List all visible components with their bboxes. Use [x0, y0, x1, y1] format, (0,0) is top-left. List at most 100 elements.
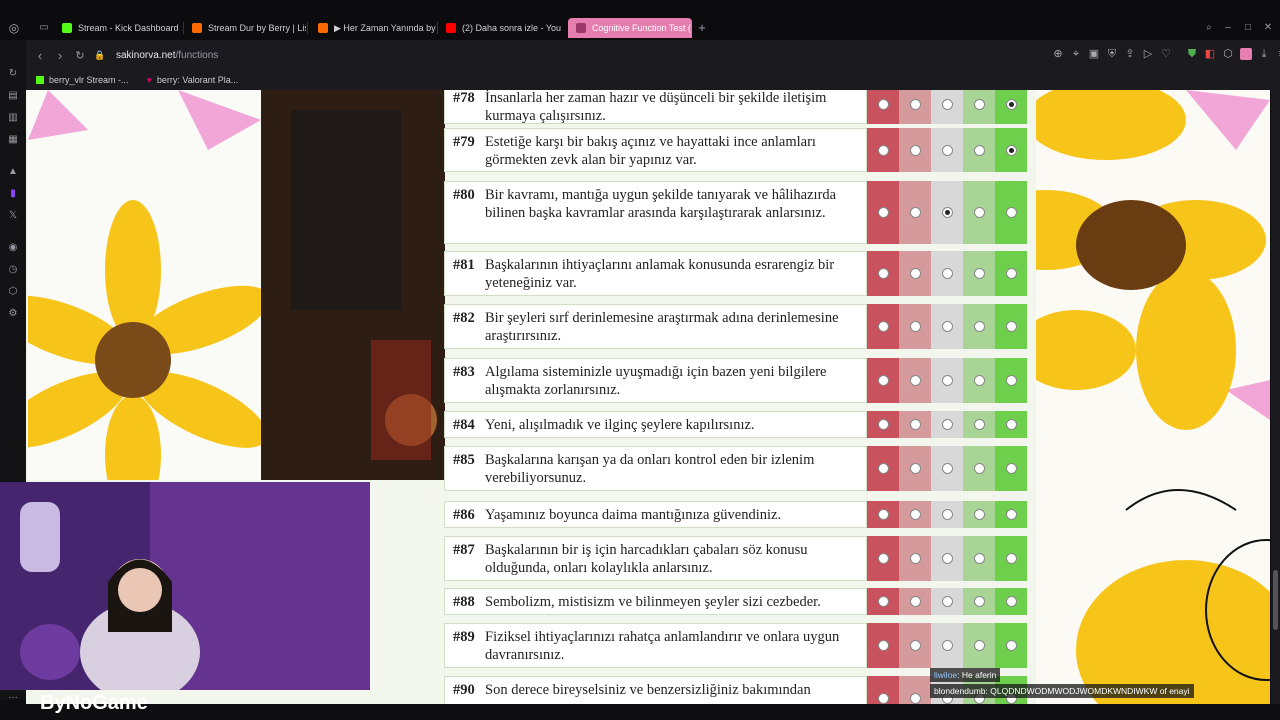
- scrollbar-thumb[interactable]: [1273, 570, 1278, 630]
- extensions-icon[interactable]: ⬡: [1222, 48, 1234, 60]
- answer-radio[interactable]: [909, 509, 921, 520]
- answer-option-cell[interactable]: [899, 251, 931, 296]
- answer-radio[interactable]: [941, 375, 953, 386]
- answer-radio[interactable]: [909, 375, 921, 386]
- answer-radio[interactable]: [1005, 98, 1017, 110]
- answer-radio[interactable]: [909, 207, 921, 218]
- answer-radio[interactable]: [941, 268, 953, 279]
- answer-radio[interactable]: [1005, 321, 1017, 332]
- answer-radio[interactable]: [941, 463, 953, 474]
- answer-radio[interactable]: [877, 509, 889, 520]
- answer-radio[interactable]: [1005, 553, 1017, 564]
- history-icon[interactable]: ↻: [7, 68, 19, 80]
- bookmark-berry-stream[interactable]: berry_vlr Stream -...: [36, 75, 129, 85]
- answer-option-cell[interactable]: [899, 676, 931, 704]
- answer-option-cell[interactable]: [995, 588, 1027, 615]
- answer-option-cell[interactable]: [899, 90, 931, 124]
- answer-radio[interactable]: [909, 268, 921, 279]
- answer-option-cell[interactable]: [995, 251, 1027, 296]
- notes-icon[interactable]: ▥: [7, 112, 19, 124]
- answer-radio[interactable]: [1005, 419, 1017, 430]
- answer-radio[interactable]: [973, 419, 985, 430]
- url-field[interactable]: sakinorva.net/functions: [116, 50, 218, 61]
- answer-option-cell[interactable]: [931, 358, 963, 403]
- answer-option-cell[interactable]: [867, 251, 899, 296]
- tab-her-zaman[interactable]: ▶ Her Zaman Yanında by: [310, 18, 436, 38]
- answer-option-cell[interactable]: [867, 128, 899, 172]
- answer-option-cell[interactable]: [867, 304, 899, 349]
- scrollbar[interactable]: [1271, 90, 1280, 704]
- answer-option-cell[interactable]: [963, 128, 995, 172]
- minimize-icon[interactable]: –: [1222, 22, 1234, 34]
- answer-option-cell[interactable]: [995, 90, 1027, 124]
- answer-radio[interactable]: [909, 144, 921, 156]
- answer-radio[interactable]: [877, 553, 889, 564]
- zoom-icon[interactable]: ⊕: [1052, 48, 1064, 60]
- answer-radio[interactable]: [941, 640, 953, 651]
- answer-radio[interactable]: [941, 553, 953, 564]
- answer-option-cell[interactable]: [995, 411, 1027, 438]
- answer-option-cell[interactable]: [899, 588, 931, 615]
- answer-radio[interactable]: [973, 207, 985, 218]
- answer-option-cell[interactable]: [963, 446, 995, 491]
- answer-option-cell[interactable]: [899, 446, 931, 491]
- tab-overview-icon[interactable]: ▭: [38, 22, 50, 34]
- answer-option-cell[interactable]: [931, 304, 963, 349]
- answer-option-cell[interactable]: [867, 588, 899, 615]
- answer-radio[interactable]: [973, 596, 985, 607]
- answer-option-cell[interactable]: [899, 358, 931, 403]
- clock-icon[interactable]: ◷: [7, 264, 19, 276]
- answer-option-cell[interactable]: [931, 411, 963, 438]
- answer-radio[interactable]: [1005, 509, 1017, 520]
- answer-option-cell[interactable]: [963, 623, 995, 668]
- answer-option-cell[interactable]: [899, 411, 931, 438]
- answer-option-cell[interactable]: [995, 501, 1027, 528]
- answer-option-cell[interactable]: [963, 358, 995, 403]
- answer-option-cell[interactable]: [867, 358, 899, 403]
- answer-radio[interactable]: [1005, 375, 1017, 386]
- answer-radio[interactable]: [909, 553, 921, 564]
- pin-icon[interactable]: ⌖: [1070, 48, 1082, 60]
- answer-option-cell[interactable]: [963, 304, 995, 349]
- answer-radio[interactable]: [973, 463, 985, 474]
- answer-radio[interactable]: [877, 375, 889, 386]
- settings-icon[interactable]: ⚙: [7, 308, 19, 320]
- extension-icon[interactable]: ◧: [1204, 48, 1216, 60]
- answer-option-cell[interactable]: [867, 446, 899, 491]
- bookmark-berry-valorant[interactable]: ♥ berry: Valorant Pla...: [147, 75, 239, 85]
- opera-menu-icon[interactable]: ◎: [8, 22, 20, 34]
- answer-option-cell[interactable]: [995, 304, 1027, 349]
- answer-radio[interactable]: [941, 207, 953, 218]
- answer-radio[interactable]: [973, 640, 985, 651]
- answer-radio[interactable]: [941, 321, 953, 332]
- answer-option-cell[interactable]: [963, 251, 995, 296]
- answer-option-cell[interactable]: [931, 501, 963, 528]
- back-icon[interactable]: ‹: [30, 48, 50, 63]
- answer-radio[interactable]: [909, 419, 921, 430]
- more-icon[interactable]: …: [7, 690, 19, 702]
- answer-option-cell[interactable]: [867, 411, 899, 438]
- answer-radio[interactable]: [909, 321, 921, 332]
- answer-option-cell[interactable]: [867, 623, 899, 668]
- answer-radio[interactable]: [973, 553, 985, 564]
- menu-icon[interactable]: ≡: [1276, 48, 1280, 60]
- answer-radio[interactable]: [941, 144, 953, 156]
- answer-option-cell[interactable]: [963, 588, 995, 615]
- answer-option-cell[interactable]: [963, 181, 995, 244]
- answer-option-cell[interactable]: [899, 501, 931, 528]
- answer-option-cell[interactable]: [867, 181, 899, 244]
- answer-radio[interactable]: [1005, 268, 1017, 279]
- answer-radio[interactable]: [877, 463, 889, 474]
- shield-icon[interactable]: ⛨: [1106, 48, 1118, 60]
- answer-radio[interactable]: [909, 98, 921, 110]
- answer-radio[interactable]: [973, 321, 985, 332]
- answer-option-cell[interactable]: [899, 128, 931, 172]
- answer-option-cell[interactable]: [931, 251, 963, 296]
- answer-option-cell[interactable]: [995, 623, 1027, 668]
- adblock-icon[interactable]: ⛊: [1186, 48, 1198, 60]
- answer-option-cell[interactable]: [995, 536, 1027, 581]
- answer-radio[interactable]: [877, 268, 889, 279]
- play-icon[interactable]: ▷: [1142, 48, 1154, 60]
- answer-option-cell[interactable]: [867, 536, 899, 581]
- answer-radio[interactable]: [877, 596, 889, 607]
